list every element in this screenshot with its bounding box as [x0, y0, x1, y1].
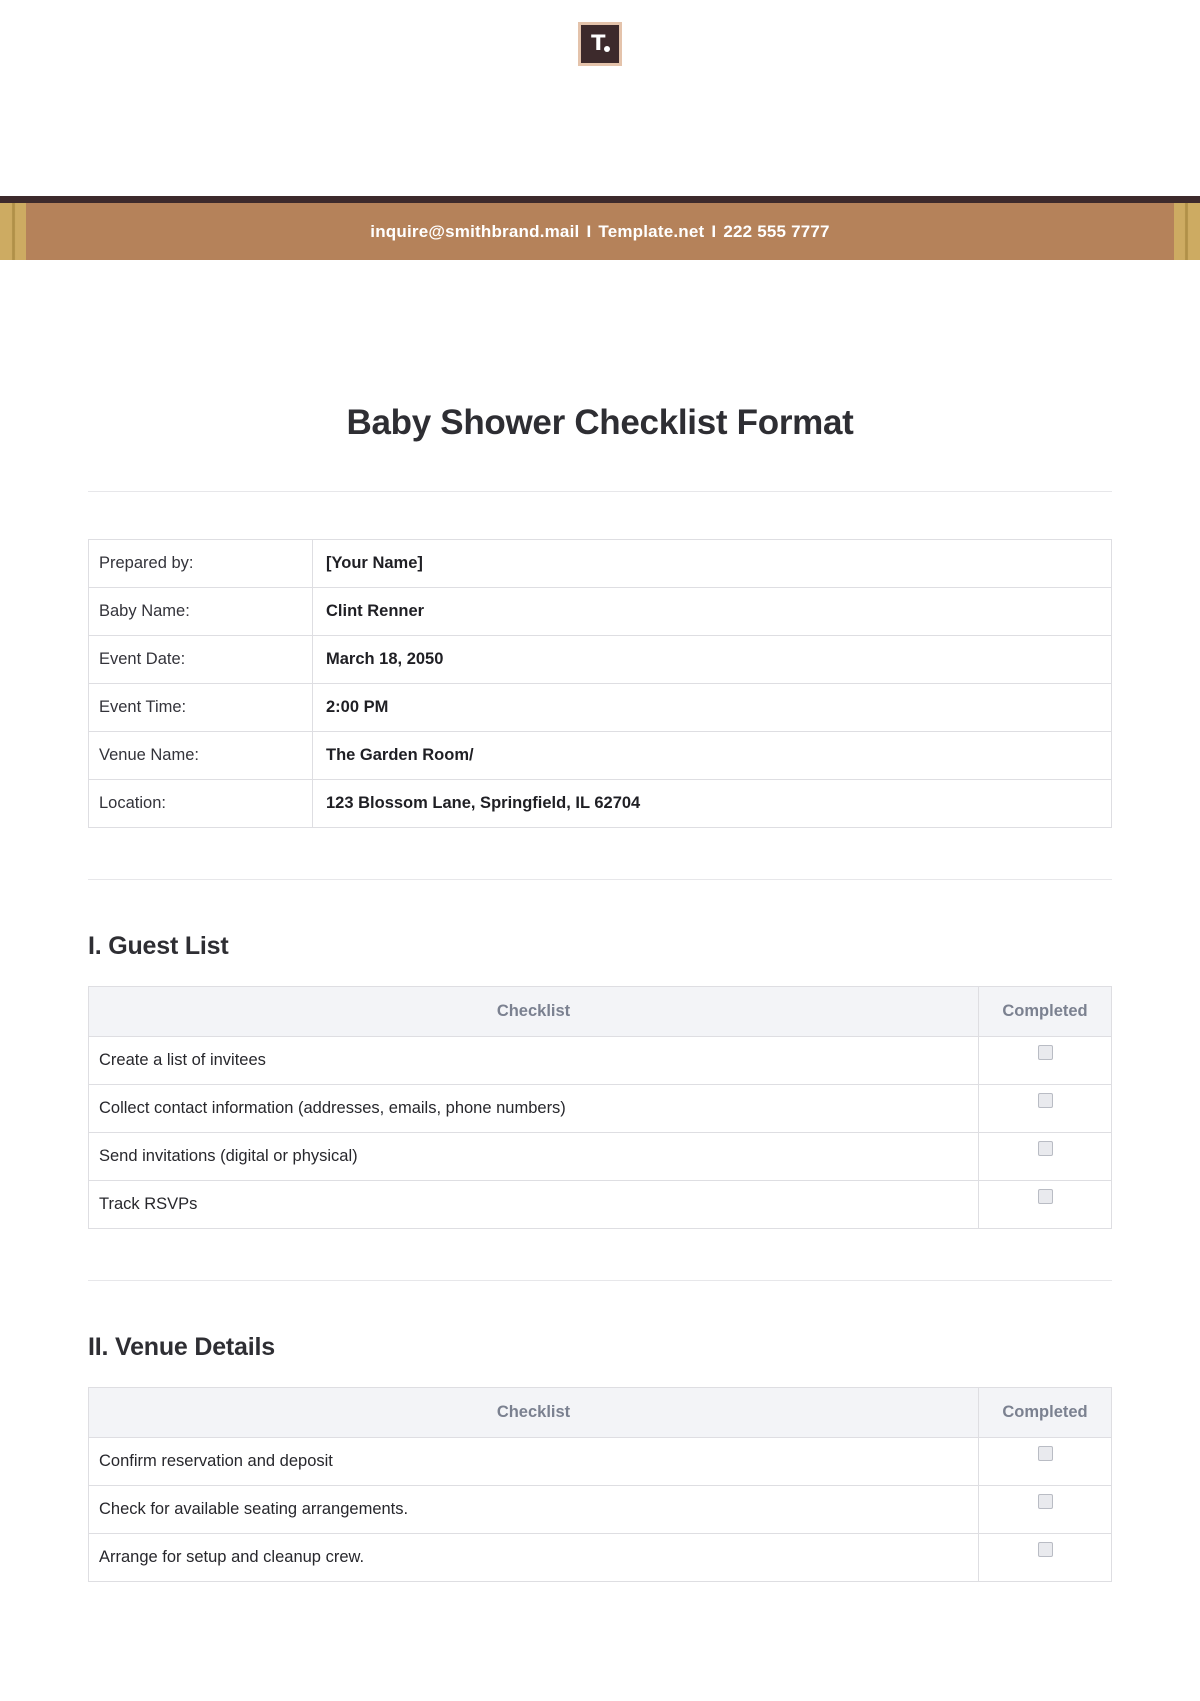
info-row: Prepared by: [Your Name] [88, 539, 1112, 588]
checkbox-icon[interactable] [1037, 1045, 1053, 1061]
logo-header: T [0, 0, 1200, 196]
checkbox-icon[interactable] [1037, 1446, 1053, 1462]
section-heading: II. Venue Details [88, 1333, 275, 1361]
checklist-item-completed-cell[interactable] [978, 1084, 1112, 1133]
checklist-header-row: Checklist Completed [88, 986, 1112, 1037]
banner-stripe-left [0, 203, 26, 260]
contact-banner: inquire@smithbrand.mail I Template.net I 222… [0, 196, 1200, 260]
contact-info: inquire@smithbrand.mail I Template.net I 222… [370, 222, 829, 242]
info-row: Location: 123 Blossom Lane, Springfield, … [88, 779, 1112, 828]
checklist-table: Checklist Completed Confirm reservation an… [88, 1387, 1112, 1582]
contact-separator-1: I [586, 221, 592, 241]
info-row: Event Time: 2:00 PM [88, 683, 1112, 732]
table-row: Arrange for setup and cleanup crew. [88, 1533, 1112, 1582]
checklist-item-completed-cell[interactable] [978, 1437, 1112, 1486]
column-header-completed: Completed [978, 986, 1112, 1037]
info-row: Venue Name: The Garden Room/ [88, 731, 1112, 780]
checkbox-icon[interactable] [1037, 1542, 1053, 1558]
title-divider [88, 491, 1112, 492]
info-row-value[interactable]: The Garden Room/ [312, 731, 1112, 780]
contact-separator-2: I [711, 221, 717, 241]
info-row-value[interactable]: Clint Renner [312, 587, 1112, 636]
info-row-value[interactable]: [Your Name] [312, 539, 1112, 588]
info-row-value[interactable]: 2:00 PM [312, 683, 1112, 732]
column-header-checklist: Checklist [88, 1387, 979, 1438]
checklist-item-label: Check for available seating arrangements… [88, 1485, 979, 1534]
checklist-sections: I. Guest List Checklist Completed Create a … [88, 880, 1112, 1582]
checkbox-icon[interactable] [1037, 1093, 1053, 1109]
info-row-label: Prepared by: [88, 539, 313, 588]
checkbox-icon[interactable] [1037, 1189, 1053, 1205]
table-row: Track RSVPs [88, 1180, 1112, 1229]
checklist-item-label: Create a list of invitees [88, 1036, 979, 1085]
table-row: Check for available seating arrangements… [88, 1485, 1112, 1534]
info-table-body: Prepared by: [Your Name] Baby Name: Clint R… [88, 539, 1112, 828]
document-body: Baby Shower Checklist Format Prepared by… [0, 260, 1200, 1582]
document-info-table: Prepared by: [Your Name] Baby Name: Clint R… [88, 539, 1112, 828]
table-row: Collect contact information (addresses, … [88, 1084, 1112, 1133]
checklist-item-completed-cell[interactable] [978, 1485, 1112, 1534]
info-row-label: Event Date: [88, 635, 313, 684]
checklist-item-completed-cell[interactable] [978, 1036, 1112, 1085]
checklist-item-label: Track RSVPs [88, 1180, 979, 1229]
checklist-item-label: Arrange for setup and cleanup crew. [88, 1533, 979, 1582]
checklist-item-label: Confirm reservation and deposit [88, 1437, 979, 1486]
checklist-item-completed-cell[interactable] [978, 1132, 1112, 1181]
checklist-item-label: Send invitations (digital or physical) [88, 1132, 979, 1181]
checklist-item-completed-cell[interactable] [978, 1180, 1112, 1229]
info-row-value[interactable]: 123 Blossom Lane, Springfield, IL 62704 [312, 779, 1112, 828]
checklist-item-label: Collect contact information (addresses, … [88, 1084, 979, 1133]
contact-website: Template.net [598, 221, 705, 241]
table-row: Create a list of invitees [88, 1036, 1112, 1085]
contact-phone: 222 555 7777 [723, 221, 830, 241]
checklist-header-row: Checklist Completed [88, 1387, 1112, 1438]
info-row-label: Baby Name: [88, 587, 313, 636]
info-row-label: Event Time: [88, 683, 313, 732]
column-header-checklist: Checklist [88, 986, 979, 1037]
info-row-value[interactable]: March 18, 2050 [312, 635, 1112, 684]
checklist-item-completed-cell[interactable] [978, 1533, 1112, 1582]
info-row-label: Location: [88, 779, 313, 828]
template-net-logo: T [578, 22, 622, 66]
checkbox-icon[interactable] [1037, 1494, 1053, 1510]
column-header-completed: Completed [978, 1387, 1112, 1438]
contact-email: inquire@smithbrand.mail [370, 221, 580, 241]
checklist-table: Checklist Completed Create a list of invit… [88, 986, 1112, 1229]
table-row: Send invitations (digital or physical) [88, 1132, 1112, 1181]
checkbox-icon[interactable] [1037, 1141, 1053, 1157]
banner-stripe-right [1174, 203, 1200, 260]
section-heading: I. Guest List [88, 932, 229, 960]
info-row: Baby Name: Clint Renner [88, 587, 1112, 636]
table-row: Confirm reservation and deposit [88, 1437, 1112, 1486]
info-row-label: Venue Name: [88, 731, 313, 780]
info-row: Event Date: March 18, 2050 [88, 635, 1112, 684]
logo-letter: T [591, 30, 605, 55]
page-title: Baby Shower Checklist Format [346, 403, 854, 442]
logo-dot-icon [604, 46, 610, 52]
